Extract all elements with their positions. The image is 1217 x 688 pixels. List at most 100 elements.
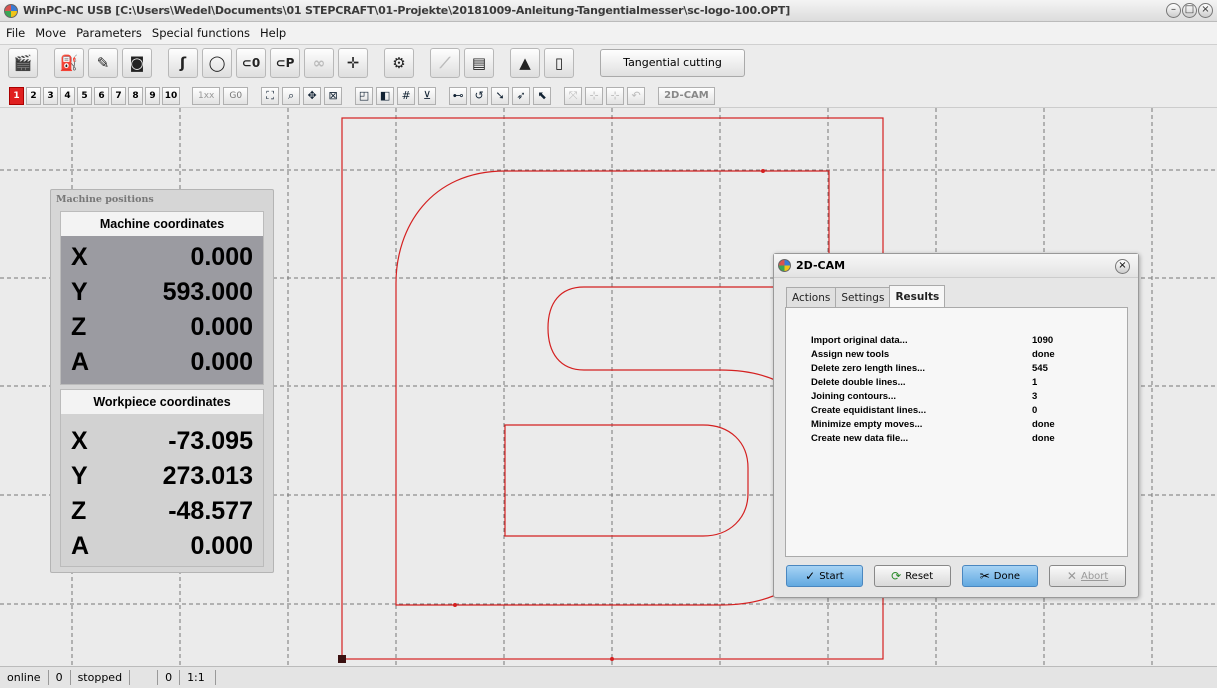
reset-label: Reset [905,570,934,582]
menu-file[interactable]: File [6,26,25,40]
close-button[interactable]: × [1198,3,1213,18]
connection-status: online [0,670,49,685]
move-arrow-icon[interactable]: ➶ [512,86,531,105]
grid-icon[interactable]: # [397,86,416,105]
axis-value: 273.013 [162,462,253,490]
minimize-button[interactable]: – [1166,3,1181,18]
tab-settings[interactable]: Settings [835,287,891,307]
machine-z-row: Z 0.000 [71,310,253,345]
result-label: Assign new tools [811,348,890,360]
rotate-icon[interactable]: ◯ [202,47,232,78]
warning-icon[interactable]: ▲ [510,47,540,78]
reset-button[interactable]: ⟳ Reset [873,565,951,587]
dialog-title: 2D-CAM [796,259,846,272]
g0-button: G0 [223,86,249,105]
menu-parameters[interactable]: Parameters [76,26,142,40]
axes-icon[interactable]: ✛ [338,47,368,78]
result-label: Minimize empty moves... [811,418,923,430]
results-list: Import original data... 1090 Assign new t… [811,333,1111,445]
workpiece-x-row: X -73.095 [71,424,253,459]
mirror-icon[interactable]: ⊷ [449,86,468,105]
done-button[interactable]: ✂ Done [961,565,1039,587]
calculator-icon[interactable]: ▤ [464,47,494,78]
gears-icon[interactable]: ⚙ [384,47,414,78]
goto-zero-icon[interactable]: ⊂0 [236,47,266,78]
machine-x-row: X 0.000 [71,240,253,275]
wrench-icon: ⟋ [430,47,460,78]
pencil-icon[interactable]: ✎ [88,47,118,78]
workpiece-a-row: A 0.000 [71,529,253,564]
speed-step-6[interactable]: 6 [94,86,109,105]
abort-icon: ✕ [1066,569,1077,583]
workpiece-coordinates-values: X -73.095 Y 273.013 Z -48.577 A 0.000 [61,414,263,566]
speed-step-2[interactable]: 2 [26,86,41,105]
book-icon[interactable]: ▯ [544,47,574,78]
result-label: Create new data file... [811,432,909,444]
secondary-toolbar: 1 2 3 4 5 6 7 8 9 10 1xx G0 ⛶ ⌕ ✥ ⊠ ◰ ◧ … [0,84,1217,108]
speed-step-7[interactable]: 7 [111,86,126,105]
tab-actions[interactable]: Actions [786,287,837,307]
view-3d-icon[interactable]: ◰ [355,86,374,105]
camera-icon[interactable]: ◙ [122,47,152,78]
speed-step-4[interactable]: 4 [60,86,75,105]
speed-step-1[interactable]: 1 [9,86,24,105]
tangential-cutting-button[interactable]: Tangential cutting [600,48,745,77]
start-button[interactable]: ✓ Start [786,565,863,587]
fit-view-icon[interactable]: ⛶ [261,86,280,105]
2d-cam-button[interactable]: 2D-CAM [658,86,715,105]
machine-coordinates-box: Machine coordinates X 0.000 Y 593.000 Z 0.0… [60,211,264,385]
move-back-icon[interactable]: ⬉ [533,86,552,105]
run-state: stopped [71,670,131,685]
status-bar: online 0 stopped 0 1:1 [0,666,1217,688]
scale-100-icon: ⊹ [606,86,625,105]
rotate-view-icon[interactable]: ↺ [470,86,489,105]
list-item: Create new data file... done [811,431,1111,445]
speed-step-9[interactable]: 9 [145,86,160,105]
machine-origin-marker [338,655,346,663]
dialog-close-button[interactable]: × [1115,259,1130,274]
window-controls: – □ × [1166,3,1213,18]
workpiece-coordinates-box: Workpiece coordinates X -73.095 Y 273.013 … [60,389,264,567]
axis-label: Y [71,462,88,490]
axis-label: Y [71,278,88,306]
dialog-title-bar[interactable]: 2D-CAM [774,254,1138,278]
menu-move[interactable]: Move [35,26,66,40]
result-value: 1090 [1032,334,1054,346]
path-icon[interactable]: ʃ [168,47,198,78]
axis-label: Z [71,313,87,341]
tab-results[interactable]: Results [889,285,946,307]
speed-step-5[interactable]: 5 [77,86,92,105]
machine-coordinates-header: Machine coordinates [99,217,225,231]
workpiece-z-row: Z -48.577 [71,494,253,529]
app-icon [4,3,18,18]
speed-step-3[interactable]: 3 [43,86,58,105]
zoom-extents-icon[interactable]: ⊠ [324,86,343,105]
result-value: 545 [1032,362,1048,374]
speed-step-10[interactable]: 10 [162,86,180,105]
maximize-button[interactable]: □ [1182,3,1197,18]
move-tool-icon[interactable]: ➘ [491,86,510,105]
abort-label: Abort [1080,570,1109,582]
axis-value: -73.095 [168,427,253,455]
clapper-icon[interactable]: 🎬 [8,47,38,78]
list-item: Delete double lines... 1 [811,375,1111,389]
zoom-icon[interactable]: ⌕ [282,86,301,105]
measure-icon[interactable]: ⊻ [418,86,437,105]
axis-label: X [71,427,88,455]
scissors-icon: ✂ [979,569,990,583]
basket-icon[interactable]: ⛽ [54,47,84,78]
goto-park-icon[interactable]: ⊂P [270,47,300,78]
result-value: done [1032,418,1055,430]
speed-step-8[interactable]: 8 [128,86,143,105]
menu-help[interactable]: Help [260,26,286,40]
done-label: Done [993,570,1021,582]
machine-positions-title: Machine positions [56,194,154,205]
view-solid-icon[interactable]: ◧ [376,86,395,105]
menu-special-functions[interactable]: Special functions [152,26,250,40]
workpiece-y-row: Y 273.013 [71,459,253,494]
pan-icon[interactable]: ✥ [303,86,322,105]
list-item: Import original data... 1090 [811,333,1111,347]
result-label: Import original data... [811,334,908,346]
scale-icon: ⤧ [564,86,583,105]
list-item: Create equidistant lines... 0 [811,403,1111,417]
